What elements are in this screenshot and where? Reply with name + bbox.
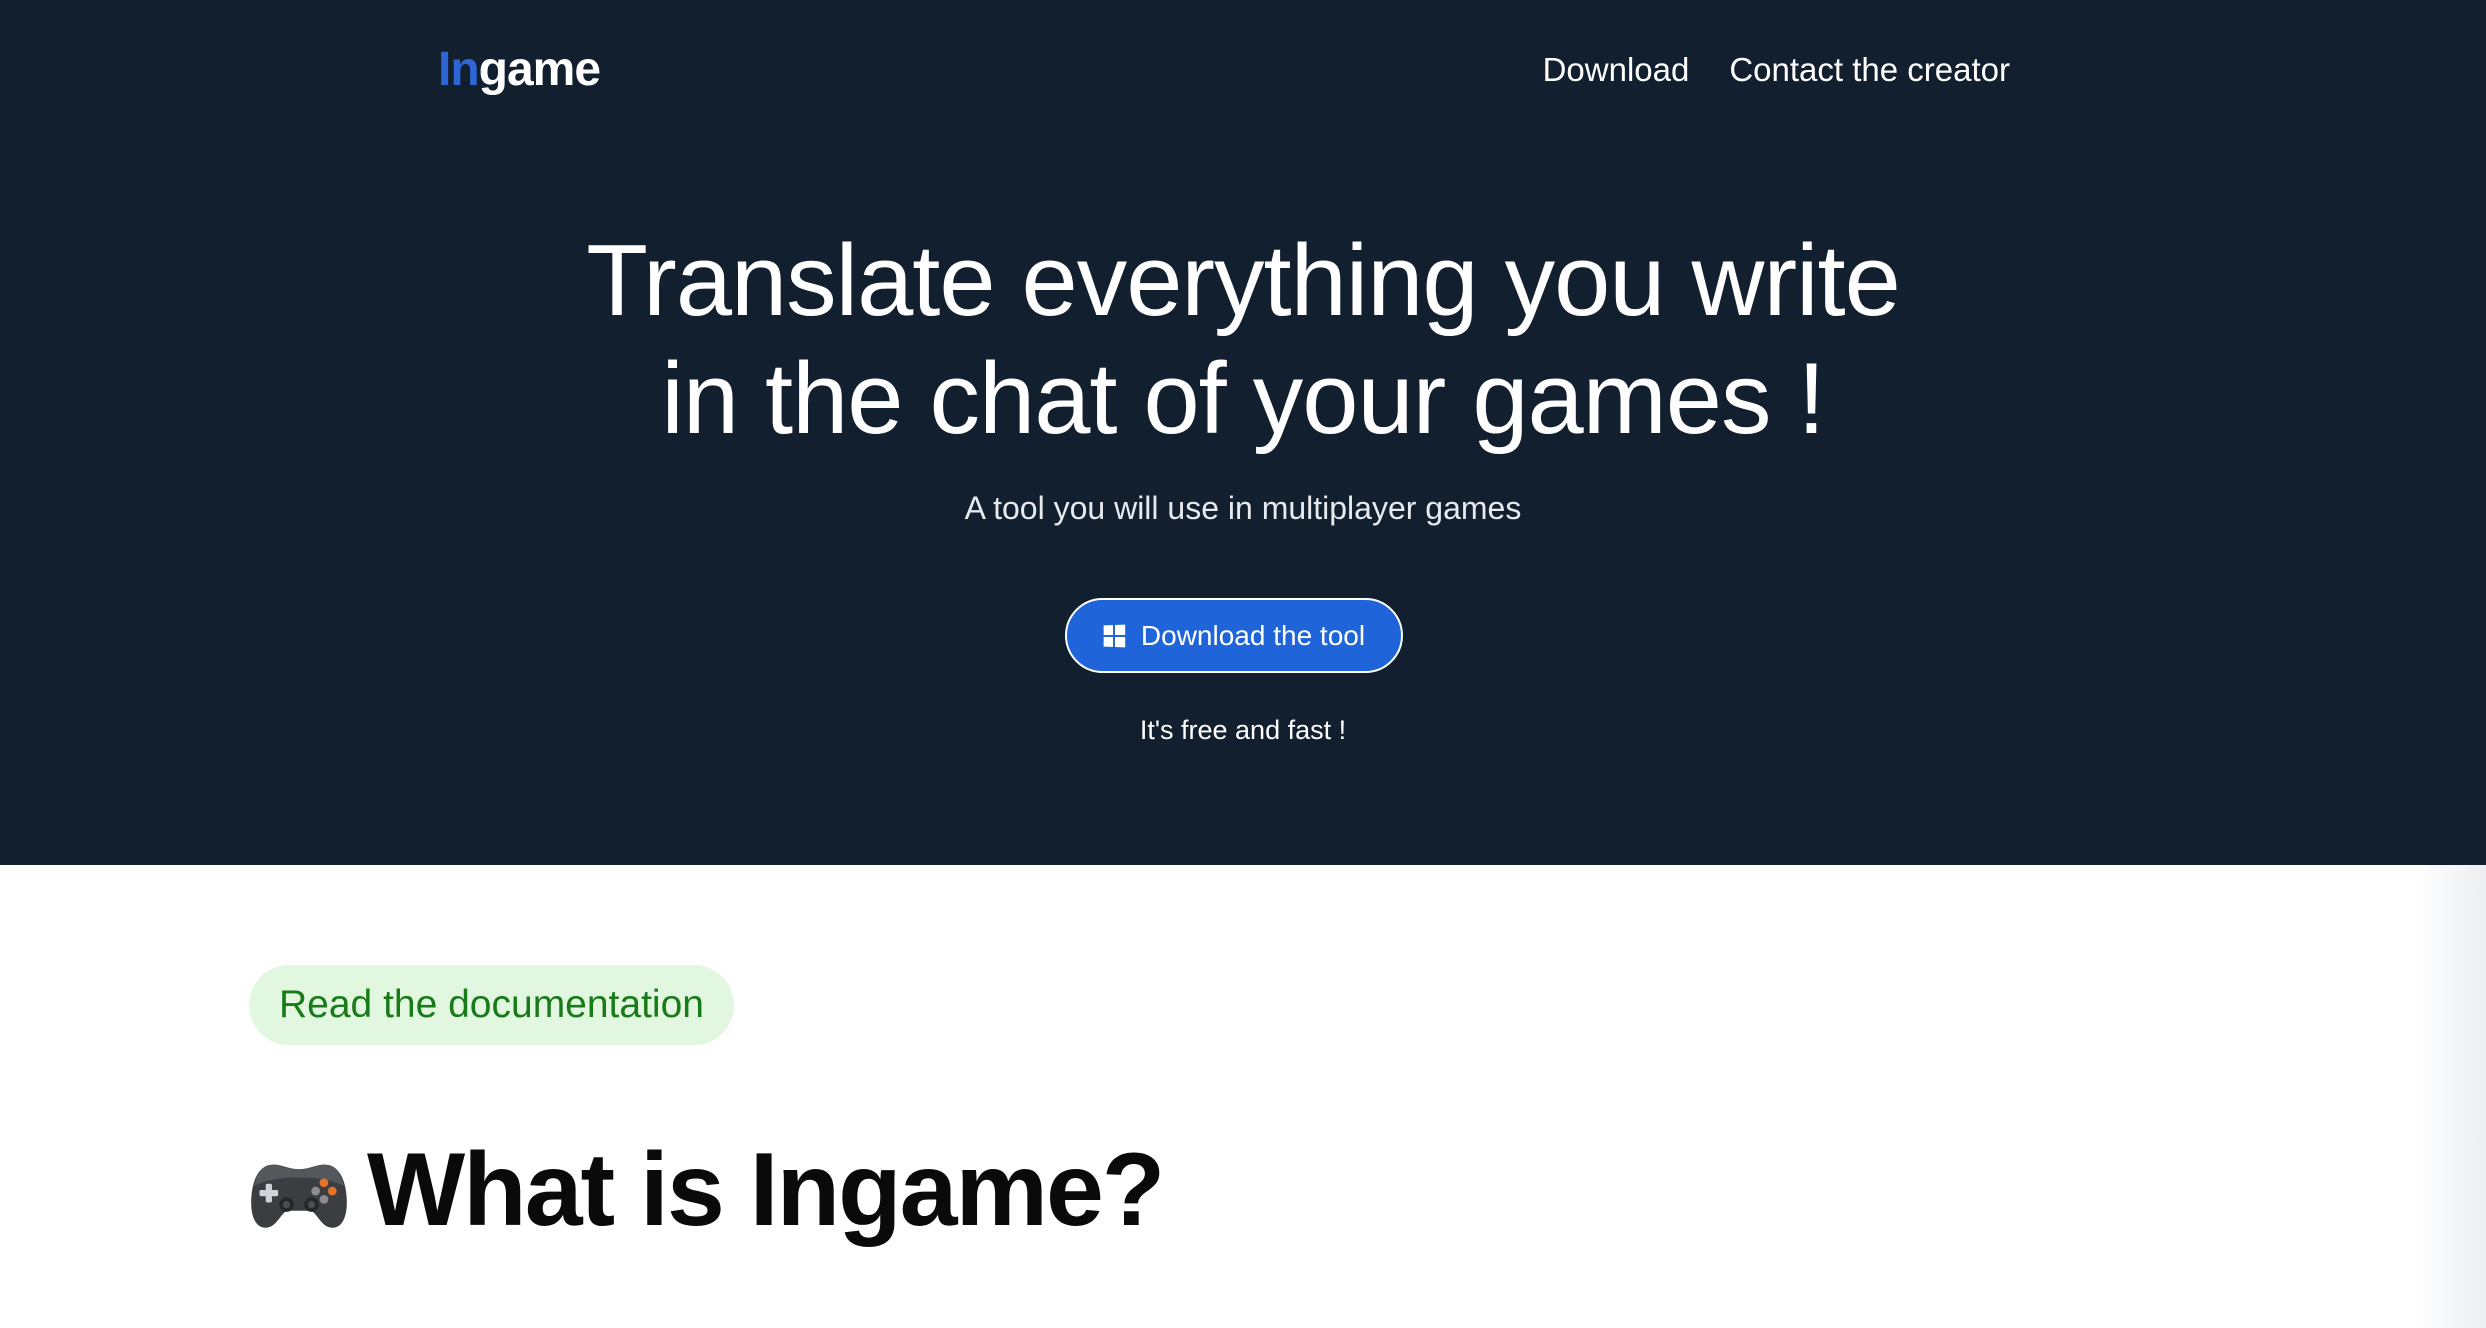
headline-line-2: in the chat of your games ! [661,343,1825,455]
headline-line-1: Translate everything you write [586,225,1901,337]
logo-suffix: game [478,43,601,96]
gamepad-icon [247,1138,351,1242]
section-title-text: What is Ingame? [367,1132,1165,1248]
download-tool-button[interactable]: Download the tool [1065,598,1403,673]
hero-section: Ingame Download Contact the creator Tran… [0,0,2486,865]
hero-headline: Translate everything you write in the ch… [0,222,2486,458]
logo[interactable]: Ingame [438,40,601,100]
section-heading: What is Ingame? [247,1130,1165,1250]
read-documentation-link[interactable]: Read the documentation [249,965,734,1045]
top-nav: Download Contact the creator [1543,46,2010,94]
nav-contact-link[interactable]: Contact the creator [1729,46,2010,94]
nav-download-link[interactable]: Download [1543,46,1690,94]
download-tool-button-label: Download the tool [1140,619,1366,651]
scroll-edge-shadow [2416,865,2486,1328]
logo-prefix: In [438,43,480,96]
hero-subtitle: A tool you will use in multiplayer games [964,490,1522,526]
free-fast-note: It's free and fast ! [1139,715,1347,745]
windows-icon [1103,624,1126,647]
